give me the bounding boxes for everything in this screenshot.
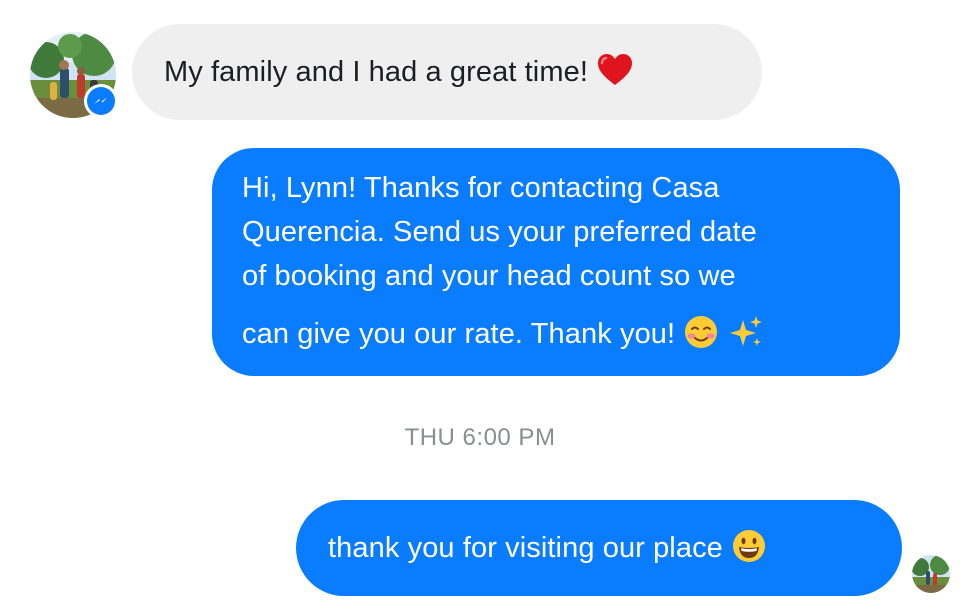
message-text: My family and I had a great time!: [164, 56, 588, 88]
red-heart-emoji: [596, 52, 634, 88]
outgoing-message-bubble[interactable]: Hi, Lynn! Thanks for contacting Casa Que…: [212, 148, 900, 376]
grinning-face-emoji: [731, 528, 767, 564]
outgoing-message-bubble[interactable]: thank you for visiting our place: [296, 500, 902, 596]
messenger-icon: [94, 97, 107, 104]
seen-indicator-avatar: [912, 555, 950, 593]
messenger-badge: [84, 84, 118, 118]
message-line: can give you our rate. Thank you!: [242, 318, 676, 350]
sparkles-emoji: [728, 314, 764, 350]
message-line: of booking and your head count so we: [242, 260, 736, 292]
incoming-message-bubble[interactable]: My family and I had a great time!: [132, 24, 762, 120]
message-line: Querencia. Send us your preferred date: [242, 216, 757, 248]
message-line: Hi, Lynn! Thanks for contacting Casa: [242, 172, 720, 204]
smiling-face-emoji: [683, 314, 719, 350]
message-timestamp: THU 6:00 PM: [404, 424, 556, 451]
message-text: thank you for visiting our place: [328, 532, 723, 564]
seen-avatar-icon: [912, 555, 950, 593]
message-line-with-emoji: can give you our rate. Thank you!: [242, 312, 880, 356]
